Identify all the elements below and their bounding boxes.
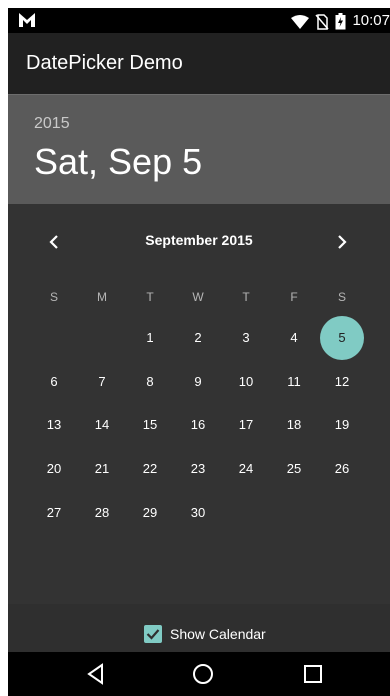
calendar-day[interactable]: 20	[30, 447, 78, 491]
device-screen: 10:07 DatePicker Demo 2015 Sat, Sep 5 Se…	[8, 8, 390, 696]
home-icon[interactable]	[192, 663, 214, 685]
calendar-day[interactable]: 13	[30, 403, 78, 447]
calendar-day-label: 12	[334, 373, 350, 389]
calendar-day-label: 20	[46, 461, 62, 477]
calendar-day-empty	[30, 316, 78, 360]
calendar-day-label: 1	[146, 330, 154, 346]
back-icon[interactable]	[85, 663, 107, 685]
app-bar: DatePicker Demo	[8, 33, 390, 94]
month-navigation: September 2015	[8, 224, 390, 258]
calendar-day-label: 3	[242, 330, 250, 346]
calendar-day-label: 15	[142, 417, 158, 433]
calendar-day[interactable]: 3	[222, 316, 270, 360]
wifi-icon	[291, 14, 309, 29]
calendar-day-label: 13	[46, 417, 62, 433]
calendar-day[interactable]: 22	[126, 447, 174, 491]
calendar-day[interactable]: 25	[270, 447, 318, 491]
calendar-day[interactable]: 29	[126, 490, 174, 534]
calendar-day-label: 19	[334, 417, 350, 433]
calendar-day[interactable]: 15	[126, 403, 174, 447]
calendar-day[interactable]: 10	[222, 360, 270, 404]
calendar-day-label: 5	[320, 315, 364, 360]
status-bar: 10:07	[8, 8, 390, 33]
calendar-day-label: 4	[290, 330, 298, 346]
calendar-day-label: 27	[46, 504, 62, 520]
calendar-day-label: 14	[94, 417, 110, 433]
show-calendar-checkbox[interactable]: Show Calendar	[144, 623, 266, 645]
calendar-day[interactable]: 1	[126, 316, 174, 360]
weekday-label: T	[146, 290, 154, 304]
calendar-day[interactable]: 21	[78, 447, 126, 491]
calendar-day-label: 2	[194, 330, 202, 346]
date-picker-header: 2015 Sat, Sep 5	[8, 94, 390, 205]
chevron-right-icon[interactable]	[330, 230, 354, 254]
status-clock: 10:07	[352, 12, 390, 29]
calendar-day-label: 11	[287, 373, 301, 389]
calendar-day-label: 7	[98, 373, 106, 389]
calendar-day-label: 6	[50, 373, 58, 389]
weekday-label: M	[97, 290, 107, 304]
calendar-day-label: 16	[190, 417, 206, 433]
checkbox[interactable]	[144, 625, 162, 643]
calendar-day[interactable]: 6	[30, 360, 78, 404]
weekday-label: W	[192, 290, 204, 304]
checkmark-icon	[146, 629, 160, 640]
calendar-day-label: 21	[94, 461, 110, 477]
calendar-day-label: 10	[238, 373, 254, 389]
calendar-day[interactable]: 27	[30, 490, 78, 534]
weekday-label: S	[49, 290, 58, 304]
calendar-day[interactable]: 24	[222, 447, 270, 491]
days-grid: 1 2 3 4 5 6 7 8 9 10 11 12 13 14 15 16 17 18 19 20 21 22 23 24 2…	[30, 315, 366, 534]
calendar-day[interactable]: 28	[78, 490, 126, 534]
calendar-day[interactable]: 18	[270, 403, 318, 447]
calendar-day-label: 30	[190, 504, 206, 520]
no-sim-icon	[315, 13, 329, 30]
system-icons	[291, 13, 346, 30]
calendar-day-label: 17	[238, 417, 254, 433]
app-title: DatePicker Demo	[26, 52, 183, 74]
calendar-day[interactable]: 26	[318, 447, 366, 491]
battery-charging-icon	[335, 13, 346, 30]
calendar-day[interactable]: 12	[318, 360, 366, 404]
m-logo-icon	[19, 13, 35, 27]
calendar-day[interactable]: 9	[174, 360, 222, 404]
calendar-day[interactable]: 30	[174, 490, 222, 534]
calendar-day-selected[interactable]: 5	[318, 315, 366, 360]
calendar-day-label: 29	[142, 504, 158, 520]
selected-year[interactable]: 2015	[34, 115, 70, 133]
weekday-header: S M T W T F S	[30, 290, 366, 304]
calendar-day[interactable]: 4	[270, 316, 318, 360]
calendar-day-empty	[78, 316, 126, 360]
calendar-day[interactable]: 19	[318, 403, 366, 447]
weekday-label: F	[290, 290, 298, 304]
calendar-day-label: 25	[286, 461, 302, 477]
calendar-day[interactable]: 8	[126, 360, 174, 404]
calendar-day-label: 26	[334, 461, 350, 477]
calendar-day-label: 22	[142, 461, 158, 477]
calendar-day[interactable]: 23	[174, 447, 222, 491]
show-calendar-label: Show Calendar	[170, 626, 266, 642]
calendar-day-label: 23	[190, 461, 206, 477]
calendar-day[interactable]: 14	[78, 403, 126, 447]
weekday-label: T	[242, 290, 250, 304]
calendar-day[interactable]: 16	[174, 403, 222, 447]
calendar-day[interactable]: 2	[174, 316, 222, 360]
calendar-day[interactable]: 11	[270, 360, 318, 404]
recents-icon[interactable]	[302, 663, 324, 685]
navigation-bar	[8, 652, 390, 696]
selected-date[interactable]: Sat, Sep 5	[34, 141, 202, 183]
calendar-day-label: 28	[94, 504, 110, 520]
calendar-day[interactable]: 7	[78, 360, 126, 404]
calendar-day-label: 24	[238, 461, 254, 477]
calendar-day[interactable]: 17	[222, 403, 270, 447]
calendar-day-label: 9	[194, 373, 202, 389]
calendar-view: September 2015 S M T W T F S 1 2 3 4 5 6 7 8 9 10…	[8, 204, 390, 604]
weekday-label: S	[337, 290, 346, 304]
calendar-day-label: 8	[146, 373, 154, 389]
calendar-day-label: 18	[286, 417, 302, 433]
